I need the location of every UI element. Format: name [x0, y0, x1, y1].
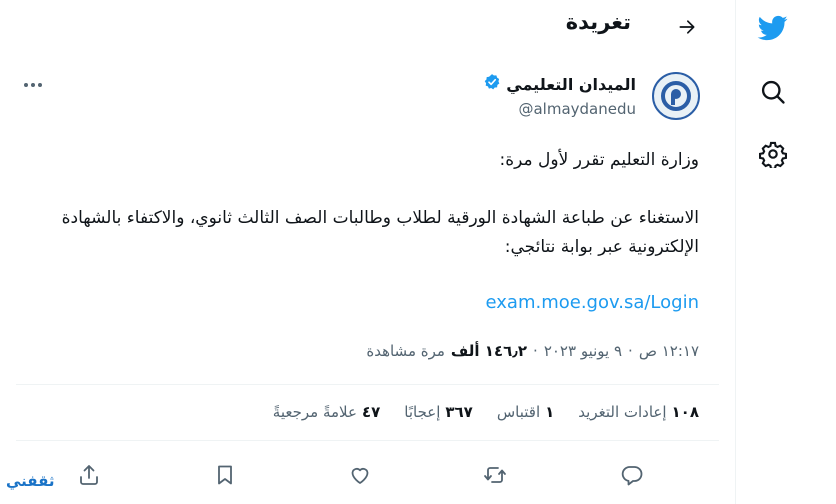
quotes-label: اقتباس — [496, 403, 541, 421]
tweet-meta: ١٢:١٧ ص · ٩ يونيو ٢٠٢٣ · ١٤٦٫٢ ألف مرة م… — [366, 342, 699, 360]
tweet-link[interactable]: exam.moe.gov.sa/Login — [486, 292, 700, 313]
retweets-stat[interactable]: ١٠٨ إعادات التغريد — [578, 403, 699, 421]
bookmarks-label: علامةً مرجعيةً — [272, 403, 357, 421]
likes-stat[interactable]: ٣٦٧ إعجابًا — [404, 403, 473, 421]
watermark-logo: ثقفني — [6, 472, 55, 490]
back-arrow-icon[interactable] — [672, 12, 702, 42]
avatar[interactable] — [652, 72, 700, 120]
page-title: تغريدة — [565, 10, 631, 34]
author-name-text[interactable]: الميدان التعليمي — [506, 75, 636, 94]
retweet-icon[interactable] — [480, 460, 510, 490]
quotes-stat[interactable]: ١ اقتباس — [497, 403, 554, 421]
likes-count: ٣٦٧ — [445, 403, 473, 421]
tweet-date[interactable]: ٩ يونيو ٢٠٢٣ — [544, 342, 622, 360]
tweet-detail: تغريدة الميدان التعليمي @almaydanedu وزا… — [0, 0, 735, 504]
views-count: ١٤٦٫٢ ألف — [450, 342, 528, 360]
nav-rail — [735, 0, 836, 504]
quotes-count: ١ — [545, 403, 555, 421]
divider — [16, 384, 719, 385]
tweet-stats: ١٠٨ إعادات التغريد ١ اقتباس ٣٦٧ إعجابًا … — [273, 403, 699, 421]
tweet-line-1: وزارة التعليم تقرر لأول مرة: — [499, 150, 699, 170]
bookmarks-stat[interactable]: ٤٧ علامةً مرجعيةً — [273, 403, 380, 421]
retweets-label: إعادات التغريد — [578, 403, 667, 421]
meta-separator: · — [628, 342, 633, 360]
gear-icon[interactable] — [753, 134, 793, 174]
more-options-icon[interactable] — [20, 72, 46, 98]
reply-icon[interactable] — [617, 460, 647, 490]
heart-icon[interactable] — [345, 460, 375, 490]
verified-badge-icon — [483, 73, 501, 95]
retweets-count: ١٠٨ — [671, 403, 699, 421]
twitter-logo-icon[interactable] — [750, 8, 796, 48]
share-icon[interactable] — [74, 460, 104, 490]
bookmarks-count: ٤٧ — [361, 403, 381, 421]
views-label: مرة مشاهدة — [366, 342, 445, 360]
tweet-time[interactable]: ١٢:١٧ ص — [639, 342, 699, 360]
search-icon[interactable] — [753, 72, 793, 112]
bookmark-icon[interactable] — [210, 460, 240, 490]
author-handle[interactable]: @almaydanedu — [518, 100, 636, 118]
author-name[interactable]: الميدان التعليمي — [483, 73, 636, 95]
likes-label: إعجابًا — [404, 403, 441, 421]
meta-separator-2: · — [533, 342, 538, 360]
tweet-actions — [0, 460, 735, 490]
divider — [16, 440, 719, 441]
tweet-line-2: الاستغناء عن طباعة الشهادة الورقية لطلاب… — [61, 208, 699, 257]
tweet-text: وزارة التعليم تقرر لأول مرة: الاستغناء ع… — [19, 146, 699, 262]
